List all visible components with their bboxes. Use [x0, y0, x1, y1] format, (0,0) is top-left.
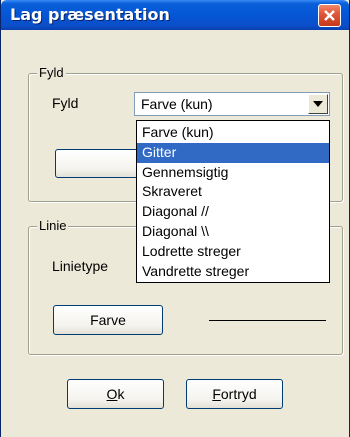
ok-button-label: Ok	[106, 386, 125, 402]
line-group-legend: Linie	[37, 218, 69, 233]
fill-label: Fyld	[52, 95, 79, 111]
title-bar[interactable]: Lag præsentation	[1, 0, 349, 30]
line-style-preview	[209, 320, 326, 321]
dropdown-arrow-button[interactable]	[308, 94, 328, 114]
dropdown-option[interactable]: Vandrette streger	[137, 262, 329, 282]
cancel-button-label: Fortryd	[212, 386, 257, 402]
fill-type-selected-value: Farve (kun)	[141, 96, 213, 112]
dropdown-option[interactable]: Diagonal \\	[137, 222, 329, 242]
dropdown-option[interactable]: Farve (kun)	[137, 123, 329, 143]
close-button[interactable]	[318, 4, 341, 27]
dropdown-option[interactable]: Skraveret	[137, 182, 329, 202]
fill-type-select[interactable]: Farve (kun)	[134, 92, 330, 116]
line-color-button[interactable]: Farve	[53, 305, 163, 335]
fill-group-legend: Fyld	[37, 65, 66, 80]
dropdown-option[interactable]: Diagonal //	[137, 202, 329, 222]
cancel-button[interactable]: Fortryd	[186, 379, 283, 409]
dropdown-option-highlighted[interactable]: Gitter	[137, 142, 329, 163]
close-icon	[324, 10, 335, 21]
chevron-down-icon	[313, 101, 323, 107]
linetype-label: Linietype	[52, 258, 109, 274]
ok-button[interactable]: Ok	[67, 379, 164, 409]
fill-type-dropdown-list: Farve (kun) Gitter Gennemsigtig Skravere…	[136, 120, 330, 283]
window-title: Lag præsentation	[10, 5, 170, 24]
line-color-button-label: Farve	[90, 312, 126, 328]
dropdown-option[interactable]: Gennemsigtig	[137, 163, 329, 183]
dialog-window: Lag præsentation Fyld Fyld Farve (kun) F…	[0, 0, 350, 437]
dropdown-option[interactable]: Lodrette streger	[137, 242, 329, 262]
